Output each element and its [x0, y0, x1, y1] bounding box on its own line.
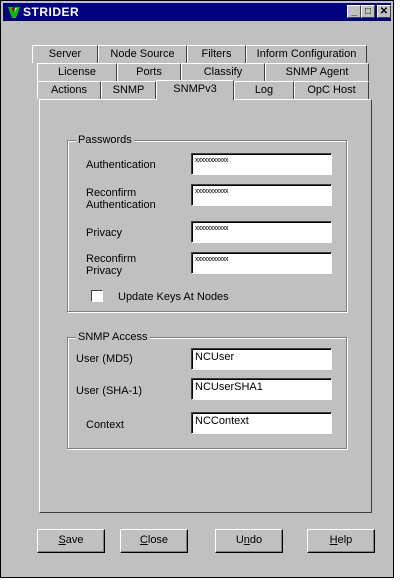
maximize-button[interactable]: □ [361, 5, 375, 18]
close-button-label: lose [147, 534, 169, 546]
update-keys-label[interactable]: Update Keys At Nodes [118, 291, 229, 303]
tab-opc-host[interactable]: OpC Host [294, 81, 369, 99]
passwords-group: Passwords Authentication xxxxxxxxxxx Rec… [67, 134, 347, 312]
authentication-label: Authentication [86, 159, 156, 171]
context-label: Context [86, 419, 124, 431]
tab-actions[interactable]: Actions [37, 81, 101, 99]
user-md5-label: User (MD5) [76, 353, 133, 365]
snmp-access-group-title: SNMP Access [76, 331, 150, 343]
authentication-field[interactable]: xxxxxxxxxxx [191, 153, 332, 175]
undo-button-label: do [249, 534, 263, 546]
strider-window: STRIDER _ □ ✕ Server Node Source Filters… [0, 0, 394, 578]
window-title: STRIDER [23, 5, 80, 19]
user-sha1-label: User (SHA-1) [76, 385, 143, 397]
undo-button-label-pre: U [235, 534, 244, 546]
close-button-main[interactable]: Close [120, 529, 188, 553]
reconfirm-privacy-field[interactable]: xxxxxxxxxxx [191, 252, 332, 274]
user-sha1-field[interactable]: NCUserSHA1 [191, 378, 332, 400]
tab-server[interactable]: Server [32, 45, 98, 63]
tab-snmp-agent[interactable]: SNMP Agent [265, 63, 369, 81]
close-button-mnemonic: C [139, 534, 148, 546]
passwords-group-title: Passwords [76, 134, 134, 146]
user-md5-field[interactable]: NCUser [191, 348, 332, 370]
reconfirm-privacy-label-line2: Privacy [86, 265, 123, 277]
tab-snmp[interactable]: SNMP [101, 81, 156, 99]
minimize-button[interactable]: _ [347, 5, 361, 18]
privacy-field[interactable]: xxxxxxxxxxx [191, 221, 332, 243]
app-icon [8, 7, 20, 18]
tab-panel: Passwords Authentication xxxxxxxxxxx Rec… [39, 99, 372, 513]
help-button[interactable]: Help [307, 529, 375, 553]
reconfirm-authentication-label-line2: Authentication [86, 199, 156, 211]
tab-node-source[interactable]: Node Source [98, 45, 187, 63]
help-button-label: elp [337, 534, 353, 546]
update-keys-checkbox[interactable] [91, 290, 103, 302]
reconfirm-privacy-label-line1: Reconfirm [86, 253, 137, 265]
tab-ports[interactable]: Ports [117, 63, 181, 81]
tab-snmpv3[interactable]: SNMPv3 [156, 80, 234, 100]
reconfirm-authentication-label-line1: Reconfirm [86, 187, 137, 199]
save-button-mnemonic: S [58, 534, 66, 546]
save-button[interactable]: Save [37, 529, 105, 553]
undo-button[interactable]: Undo [215, 529, 283, 553]
tab-classify[interactable]: Classify [181, 63, 265, 81]
privacy-label: Privacy [86, 227, 123, 239]
save-button-label: ave [65, 534, 84, 546]
reconfirm-authentication-field[interactable]: xxxxxxxxxxx [191, 184, 332, 206]
help-button-mnemonic: H [329, 534, 338, 546]
title-bar[interactable]: STRIDER _ □ ✕ [3, 3, 391, 21]
context-field[interactable]: NCContext [191, 412, 332, 434]
tab-license[interactable]: License [37, 63, 117, 81]
tab-filters[interactable]: Filters [187, 45, 246, 63]
tab-log[interactable]: Log [234, 81, 294, 99]
snmp-access-group: SNMP Access User (MD5) NCUser User (SHA-… [67, 331, 347, 449]
close-button[interactable]: ✕ [377, 5, 391, 18]
tab-inform-configuration[interactable]: Inform Configuration [246, 45, 367, 63]
